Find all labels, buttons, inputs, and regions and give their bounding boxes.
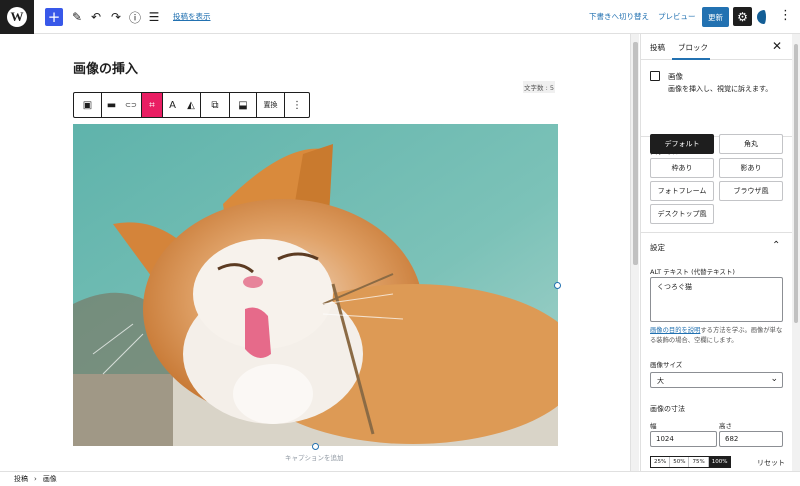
pct-75-button[interactable]: 75% — [689, 457, 709, 467]
jetpack-icon[interactable] — [757, 10, 771, 24]
style-default-button[interactable]: デフォルト — [650, 134, 714, 154]
media-library-icon[interactable]: ⧉ — [201, 93, 230, 117]
undo-icon[interactable]: ↶ — [89, 8, 103, 26]
text-overlay-icon[interactable]: A — [163, 93, 182, 117]
image-icon[interactable]: ▣ — [74, 93, 102, 117]
image-size-label: 画像サイズ — [650, 361, 683, 369]
style-rounded-button[interactable]: 角丸 — [719, 134, 783, 154]
list-view-icon[interactable]: ☰ — [147, 8, 161, 26]
cat-image[interactable] — [73, 124, 558, 446]
block-name: 画像 — [668, 72, 683, 81]
sidebar-scrollbar[interactable] — [792, 34, 800, 471]
view-post-link[interactable]: 投稿を表示 — [173, 11, 211, 22]
align-icon[interactable]: ▬ — [102, 93, 121, 117]
editor-canvas: 画像の挿入 文字数 : 5 ▣ ▬ ⊂⊃ ⌗ A ◭ ⧉ ⬓ 置換 ⋮ — [0, 34, 630, 471]
replace-button[interactable]: 置換 — [257, 93, 285, 117]
pct-100-button[interactable]: 100% — [708, 457, 731, 467]
tab-block[interactable]: ブロック — [678, 42, 708, 53]
chevron-down-icon: ⌄ — [770, 374, 778, 384]
alt-text-label: ALT テキスト (代替テキスト) — [650, 268, 735, 276]
caption-placeholder[interactable]: キャプションを追加 — [285, 452, 344, 462]
editor-scroll-thumb[interactable] — [633, 42, 638, 265]
pct-25-button[interactable]: 25% — [651, 457, 671, 467]
pct-50-button[interactable]: 50% — [670, 457, 690, 467]
style-shadow-button[interactable]: 影あり — [719, 158, 783, 178]
style-desktop-button[interactable]: デスクトップ風 — [650, 204, 714, 224]
section-divider — [641, 232, 800, 233]
style-bordered-button[interactable]: 枠あり — [650, 158, 714, 178]
resize-handle-bottom[interactable] — [312, 443, 319, 450]
cat-photo-illustration — [73, 124, 558, 446]
wordpress-icon: W — [7, 7, 27, 27]
editor-scrollbar[interactable] — [630, 34, 639, 471]
settings-sidebar: 投稿 ブロック ✕ 画像 画像を挿入し、視覚に訴えます。 スタイル ⌃ デフォル… — [640, 34, 800, 471]
preview-link[interactable]: プレビュー — [658, 11, 696, 22]
breadcrumb-separator: › — [34, 475, 37, 483]
height-field[interactable]: 682 — [719, 431, 783, 447]
format-icon[interactable]: ⬓ — [230, 93, 257, 117]
width-label: 幅 — [650, 422, 657, 430]
alt-text-field[interactable]: くつろぐ猫 — [650, 277, 783, 322]
dimensions-label: 画像の寸法 — [650, 405, 685, 413]
link-icon[interactable]: ⊂⊃ — [121, 93, 142, 117]
wordpress-logo[interactable]: W — [0, 0, 34, 34]
edit-pencil-icon[interactable]: ✎ — [70, 8, 84, 26]
crop-icon[interactable]: ⌗ — [142, 93, 163, 117]
image-size-value: 大 — [657, 377, 664, 385]
switch-to-draft-link[interactable]: 下書きへ切り替え — [589, 11, 649, 22]
block-card: 画像 画像を挿入し、視覚に訴えます。 — [641, 60, 800, 137]
info-icon[interactable]: ⓘ — [128, 8, 142, 26]
breadcrumb: 投稿 › 画像 — [0, 471, 800, 486]
add-block-button[interactable]: + — [45, 8, 63, 26]
breadcrumb-image[interactable]: 画像 — [43, 474, 57, 484]
close-icon[interactable]: ✕ — [772, 39, 782, 53]
resize-handle-right[interactable] — [554, 282, 561, 289]
more-options-icon[interactable]: ⋮ — [779, 9, 792, 22]
more-options-icon[interactable]: ⋮ — [285, 93, 309, 117]
redo-icon[interactable]: ↷ — [109, 8, 123, 26]
sidebar-tabs: 投稿 ブロック ✕ — [641, 34, 800, 60]
image-size-select[interactable]: 大 ⌄ — [650, 372, 783, 388]
settings-gear-icon[interactable]: ⚙ — [733, 7, 752, 26]
char-count-badge: 文字数 : 5 — [523, 81, 555, 93]
style-browser-button[interactable]: ブラウザ風 — [719, 181, 783, 201]
chevron-up-icon[interactable]: ⌃ — [772, 240, 780, 251]
tab-post[interactable]: 投稿 — [650, 42, 665, 53]
height-label: 高さ — [719, 422, 732, 430]
top-toolbar: W + ✎ ↶ ↷ ⓘ ☰ 投稿を表示 下書きへ切り替え プレビュー 更新 ⚙ … — [0, 0, 800, 34]
alt-help-text: 画像の目的を説明する方法を学ぶ。画像が単なる装飾の場合、空欄にします。 — [650, 326, 783, 346]
block-toolbar: ▣ ▬ ⊂⊃ ⌗ A ◭ ⧉ ⬓ 置換 ⋮ — [73, 92, 310, 118]
breadcrumb-post[interactable]: 投稿 — [14, 474, 28, 484]
width-field[interactable]: 1024 — [650, 431, 717, 447]
style-photo-frame-button[interactable]: フォトフレーム — [650, 181, 714, 201]
block-description: 画像を挿入し、視覚に訴えます。 — [668, 85, 773, 93]
duotone-icon[interactable]: ◭ — [182, 93, 201, 117]
settings-section-title[interactable]: 設定 — [650, 242, 665, 253]
update-button[interactable]: 更新 — [702, 7, 729, 27]
reset-button[interactable]: リセット — [757, 458, 785, 468]
image-icon — [650, 71, 660, 81]
percentage-group: 25% 50% 75% 100% — [650, 456, 732, 468]
alt-help-link[interactable]: 画像の目的を説明 — [650, 327, 700, 334]
post-title[interactable]: 画像の挿入 — [73, 58, 138, 77]
sidebar-scroll-thumb[interactable] — [794, 44, 798, 323]
